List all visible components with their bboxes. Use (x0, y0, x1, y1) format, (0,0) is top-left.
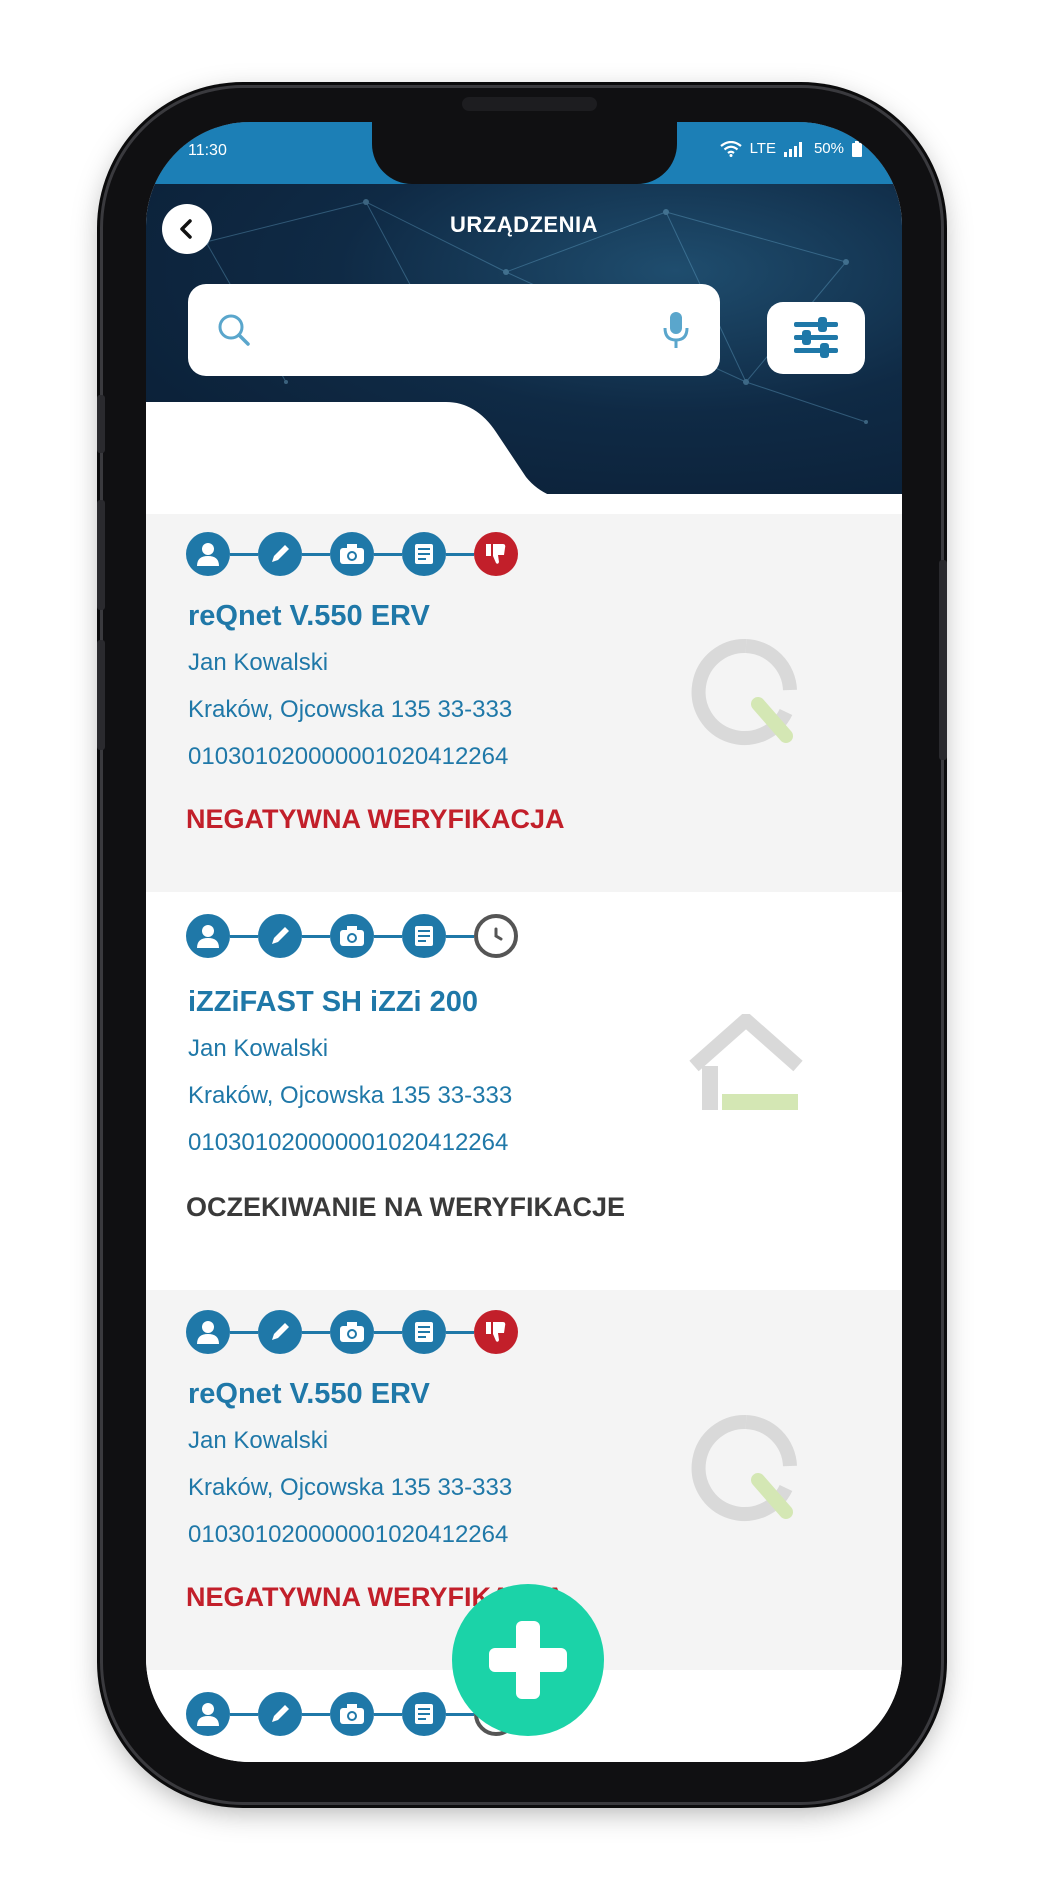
page-title: URZĄDZENIA (450, 212, 598, 237)
device-address: Kraków, Ojcowska 135 33-333 (188, 1474, 513, 1501)
wifi-icon (719, 140, 742, 157)
add-device-button[interactable] (452, 1584, 604, 1736)
camera-step-icon (330, 914, 374, 958)
user-step-icon (186, 532, 230, 576)
device-address: Kraków, Ojcowska 135 33-333 (188, 1082, 513, 1109)
device-owner: Jan Kowalski (188, 649, 329, 676)
sliders-icon (794, 317, 838, 358)
thumbs-down-icon (474, 1310, 518, 1354)
device-name: reQnet V.550 ERV (188, 1378, 430, 1410)
search-bar[interactable] (188, 284, 720, 376)
status-indicators: LTE 50% (719, 140, 862, 157)
phone-volume-up (97, 500, 105, 610)
document-step-icon (402, 1692, 446, 1736)
plus-icon (489, 1621, 567, 1699)
header-wave (146, 402, 902, 522)
device-owner: Jan Kowalski (188, 1427, 329, 1454)
device-card[interactable]: iZZiFAST SH iZZi 200 Jan Kowalski Kraków… (146, 892, 902, 1290)
pencil-step-icon (258, 914, 302, 958)
phone-notch (372, 122, 677, 184)
battery-percent: 50% (813, 140, 844, 157)
pencil-step-icon (258, 1692, 302, 1736)
device-number: 010301020000001020412264 (188, 743, 509, 770)
progress-steps (186, 914, 518, 958)
signal-icon (783, 141, 802, 157)
reqnet-logo-icon (691, 638, 797, 745)
progress-steps (186, 532, 518, 576)
network-type: LTE (749, 140, 776, 157)
camera-step-icon (330, 532, 374, 576)
phone-power-button (939, 560, 947, 760)
thumbs-down-icon (474, 532, 518, 576)
izzi-house-logo-icon (689, 1014, 803, 1110)
pencil-step-icon (258, 532, 302, 576)
phone-volume-down (97, 640, 105, 750)
clock-icon (474, 914, 518, 958)
progress-steps (186, 1310, 518, 1354)
user-step-icon (186, 1310, 230, 1354)
device-address: Kraków, Ojcowska 135 33-333 (188, 696, 513, 723)
user-step-icon (186, 1692, 230, 1736)
screen: 11:30 LTE 50% URZĄDZENIA reQnet V.550 ER… (146, 122, 902, 1762)
device-owner: Jan Kowalski (188, 1035, 329, 1062)
device-number: 010301020000001020412264 (188, 1521, 509, 1548)
search-icon (218, 314, 250, 346)
microphone-icon[interactable] (662, 310, 690, 350)
verification-status: NEGATYWNA WERYFIKACJA (186, 804, 565, 834)
device-number: 010301020000001020412264 (188, 1129, 509, 1156)
camera-step-icon (330, 1692, 374, 1736)
search-input[interactable] (258, 306, 642, 356)
document-step-icon (402, 1310, 446, 1354)
document-step-icon (402, 914, 446, 958)
device-card[interactable]: reQnet V.550 ERV Jan Kowalski Kraków, Oj… (146, 514, 902, 892)
user-step-icon (186, 914, 230, 958)
phone-speaker (462, 97, 597, 111)
device-name: reQnet V.550 ERV (188, 600, 430, 632)
document-step-icon (402, 532, 446, 576)
battery-icon (852, 140, 862, 157)
filter-button[interactable] (767, 302, 865, 374)
pencil-step-icon (258, 1310, 302, 1354)
verification-status: OCZEKIWANIE NA WERYFIKACJE (186, 1192, 626, 1222)
reqnet-logo-icon (691, 1414, 797, 1521)
status-time: 11:30 (188, 142, 227, 159)
device-name: iZZiFAST SH iZZi 200 (188, 986, 479, 1018)
phone-mute-switch (97, 395, 105, 453)
camera-step-icon (330, 1310, 374, 1354)
